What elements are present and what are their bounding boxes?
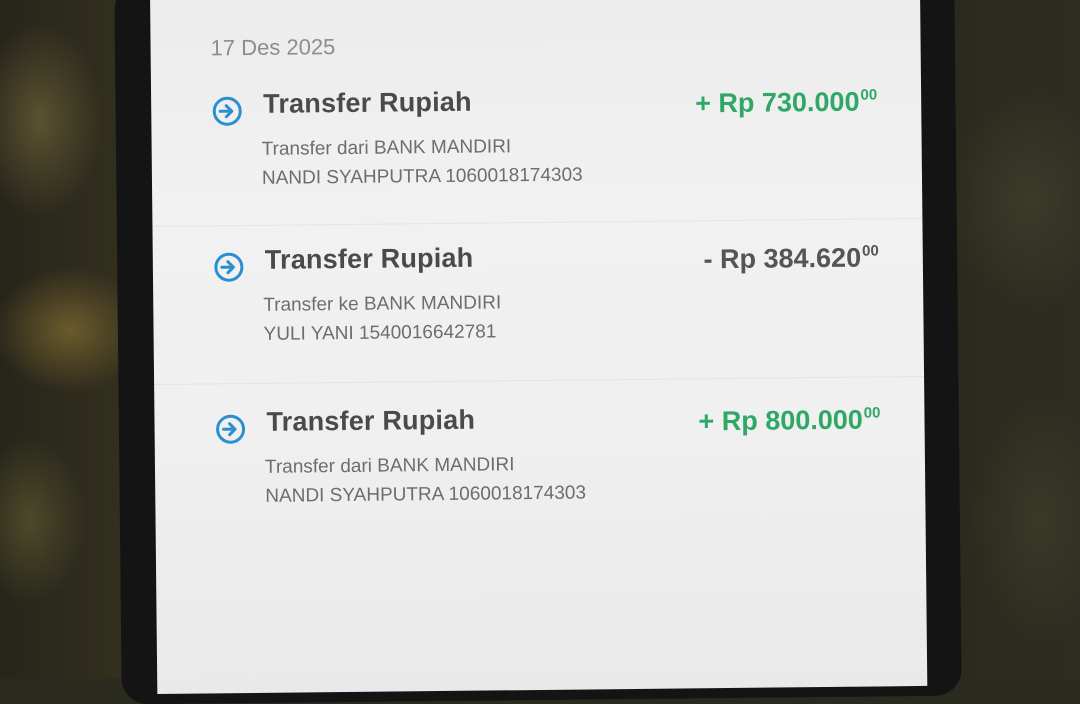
transaction-description-line: Transfer dari BANK MANDIRI: [262, 132, 583, 164]
transfer-arrow-icon: [211, 95, 243, 127]
amount-value: - Rp 384.620: [703, 243, 861, 275]
transaction-description: Transfer dari BANK MANDIRI NANDI SYAHPUT…: [265, 449, 586, 510]
transaction-account-line: NANDI SYAHPUTRA 1060018174303: [265, 478, 586, 510]
transaction-title: Transfer Rupiah: [266, 405, 475, 438]
transaction-description-line: Transfer ke BANK MANDIRI: [263, 288, 501, 319]
amount-value: + Rp 800.000: [698, 405, 863, 437]
transaction-description-line: Transfer dari BANK MANDIRI: [265, 449, 586, 481]
transaction-description: Transfer ke BANK MANDIRI YULI YANI 15400…: [263, 288, 502, 348]
amount-cents: 00: [860, 86, 877, 103]
date-header: 17 Des 2025: [210, 34, 335, 61]
transaction-description: Transfer dari BANK MANDIRI NANDI SYAHPUT…: [262, 132, 583, 193]
transaction-title: Transfer Rupiah: [263, 87, 472, 120]
transaction-history-screen: 17 Des 2025 Transfer Rupiah Transfer dar…: [150, 0, 927, 694]
transaction-account-line: NANDI SYAHPUTRA 1060018174303: [262, 161, 583, 193]
transaction-account-line: YULI YANI 1540016642781: [263, 317, 501, 348]
transaction-amount: + Rp 730.00000: [695, 86, 877, 119]
transfer-arrow-icon: [213, 251, 245, 283]
amount-cents: 00: [864, 404, 881, 421]
transaction-amount: - Rp 384.62000: [703, 242, 879, 275]
amount-cents: 00: [862, 242, 879, 259]
transaction-amount: + Rp 800.00000: [698, 404, 880, 437]
amount-value: + Rp 730.000: [695, 87, 860, 119]
transaction-item[interactable]: Transfer Rupiah Transfer dari BANK MANDI…: [154, 400, 926, 563]
transaction-title: Transfer Rupiah: [265, 243, 474, 276]
transaction-item[interactable]: Transfer Rupiah Transfer dari BANK MANDI…: [151, 82, 923, 245]
transfer-arrow-icon: [214, 413, 246, 445]
